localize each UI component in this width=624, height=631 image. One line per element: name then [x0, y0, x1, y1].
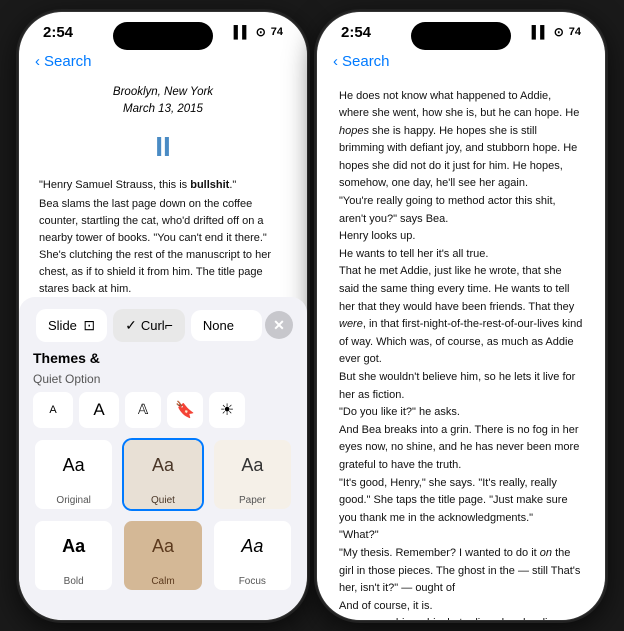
bookmark-button[interactable]: 🔖	[167, 392, 203, 428]
slide-label: Slide	[48, 318, 77, 333]
theme-quiet-label: Quiet	[124, 492, 201, 509]
theme-calm-label: Calm	[124, 573, 201, 590]
back-button-left[interactable]: ‹ Search	[35, 53, 92, 70]
themes-title: Themes &	[33, 350, 100, 366]
status-time-left: 2:54	[43, 24, 73, 41]
chevron-left-icon-right: ‹	[333, 53, 338, 70]
theme-original-label: Original	[35, 492, 112, 509]
font-style-icon: 𝔸	[138, 401, 148, 418]
theme-paper-label: Paper	[214, 492, 291, 509]
battery-left: 74	[271, 26, 283, 38]
theme-card-quiet[interactable]: Aa Quiet	[122, 438, 203, 511]
font-controls: A A 𝔸 🔖 ☀	[19, 392, 307, 428]
font-decrease-button[interactable]: A	[33, 392, 73, 428]
nav-bar-left: ‹ Search	[19, 47, 307, 76]
font-style-button[interactable]: 𝔸	[125, 392, 161, 428]
chevron-left-icon: ‹	[35, 53, 40, 70]
curl-option[interactable]: ✓ Curl ⌐	[113, 309, 185, 342]
right-phone: 2:54 ▌▌ ⊙ 74 ‹ Search He does not know w…	[316, 11, 606, 621]
small-a-label: A	[49, 404, 56, 416]
brightness-button[interactable]: ☀	[209, 392, 245, 428]
transition-options-row: Slide ⊡ ✓ Curl ⌐ None ✕	[19, 309, 307, 342]
signal-icon-right: ▌▌	[532, 25, 549, 39]
quiet-option-label: Quiet Option	[33, 372, 293, 386]
left-screen: 2:54 ▌▌ ⊙ 74 ‹ Search Brooklyn, New York…	[19, 12, 307, 620]
book-header: Brooklyn, New York March 13, 2015	[39, 84, 287, 120]
theme-cards-grid: Aa Original Aa Quiet Aa Paper Aa Bold	[19, 438, 307, 592]
phones-container: 2:54 ▌▌ ⊙ 74 ‹ Search Brooklyn, New York…	[18, 11, 606, 621]
back-label-left: Search	[44, 53, 92, 70]
themes-header: Themes &	[33, 350, 293, 366]
theme-focus-label: Focus	[214, 573, 291, 590]
theme-card-bold[interactable]: Aa Bold	[33, 519, 114, 592]
check-icon: ✓	[125, 317, 137, 334]
right-screen: 2:54 ▌▌ ⊙ 74 ‹ Search He does not know w…	[317, 12, 605, 620]
battery-right: 74	[569, 26, 581, 38]
theme-card-paper[interactable]: Aa Paper	[212, 438, 293, 511]
large-a-label: A	[93, 400, 104, 420]
wifi-icon-right: ⊙	[554, 25, 564, 39]
theme-original-preview: Aa	[35, 440, 112, 492]
theme-card-focus[interactable]: Aa Focus	[212, 519, 293, 592]
slide-icon: ⊡	[83, 317, 95, 334]
theme-quiet-preview: Aa	[124, 440, 201, 492]
left-phone: 2:54 ▌▌ ⊙ 74 ‹ Search Brooklyn, New York…	[18, 11, 308, 621]
status-time-right: 2:54	[341, 24, 371, 41]
theme-bold-label: Bold	[35, 573, 112, 590]
close-button[interactable]: ✕	[265, 311, 293, 339]
back-label-right: Search	[342, 53, 390, 70]
curl-icon: ⌐	[165, 317, 173, 333]
dynamic-island-right	[411, 22, 511, 50]
brightness-icon: ☀	[220, 400, 234, 420]
back-button-right[interactable]: ‹ Search	[333, 53, 390, 70]
bookmark-icon: 🔖	[175, 400, 195, 420]
theme-card-original[interactable]: Aa Original	[33, 438, 114, 511]
nav-bar-right: ‹ Search	[317, 47, 605, 76]
wifi-icon: ⊙	[256, 25, 266, 39]
overlay-panel: Slide ⊡ ✓ Curl ⌐ None ✕	[19, 297, 307, 620]
none-option[interactable]: None	[191, 310, 262, 341]
font-increase-button[interactable]: A	[79, 392, 119, 428]
themes-section: Themes & Quiet Option	[19, 350, 307, 386]
chapter-number: II	[39, 125, 287, 168]
curl-label: Curl	[141, 318, 165, 333]
theme-bold-preview: Aa	[35, 521, 112, 573]
signal-icon: ▌▌	[234, 25, 251, 39]
none-label: None	[203, 318, 234, 333]
slide-option[interactable]: Slide ⊡	[36, 309, 107, 342]
theme-paper-preview: Aa	[214, 440, 291, 492]
theme-calm-preview: Aa	[124, 521, 201, 573]
book-content-right: He does not know what happened to Addie,…	[317, 76, 605, 620]
theme-focus-preview: Aa	[214, 521, 291, 573]
dynamic-island-left	[113, 22, 213, 50]
theme-card-calm[interactable]: Aa Calm	[122, 519, 203, 592]
